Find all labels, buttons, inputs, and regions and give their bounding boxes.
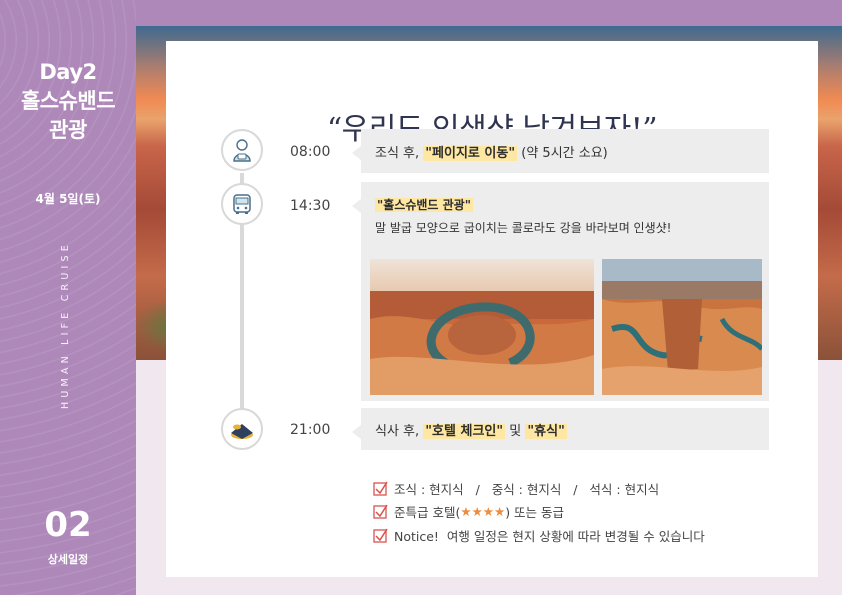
time-2100: 21:00 bbox=[290, 422, 331, 438]
brand-tagline: HUMAN LIFE CRUISE bbox=[60, 241, 71, 409]
day-label: Day2 bbox=[39, 60, 97, 84]
schedule-description: 말 발굽 모양으로 굽이치는 콜로라도 강을 바라보며 인생샷! bbox=[375, 221, 672, 235]
schedule-highlight: "홀스슈밴드 관광" bbox=[375, 198, 473, 212]
day-title-line1: 홀스슈밴드 bbox=[20, 89, 116, 113]
person-eating-icon bbox=[221, 129, 263, 171]
schedule-highlight: "페이지로 이동" bbox=[423, 146, 518, 161]
checkbox-icon bbox=[373, 528, 388, 543]
checkbox-icon bbox=[373, 504, 388, 519]
note-hotel-pre: 준특급 호텔( bbox=[394, 505, 461, 520]
hotel-stars: ★★★★ bbox=[460, 504, 506, 519]
canyon-river-photo bbox=[602, 259, 762, 395]
horseshoe-bend-photo bbox=[370, 259, 594, 395]
note-meals-text: 조식 : 현지식 / 중식 : 현지식 / 석식 : 현지식 bbox=[394, 482, 660, 497]
day-title: Day2 홀스슈밴드 관광 bbox=[0, 58, 136, 145]
checkbox-icon bbox=[373, 481, 388, 496]
note-meals: 조식 : 현지식 / 중식 : 현지식 / 석식 : 현지식 bbox=[373, 479, 659, 498]
note-hotel: 준특급 호텔(★★★★) 또는 동급 bbox=[373, 502, 564, 521]
schedule-highlight: "호텔 체크인" bbox=[423, 424, 506, 439]
schedule-item-2100: 식사 후, "호텔 체크인" 및 "휴식" bbox=[352, 408, 769, 450]
schedule-item-0800: 조식 후, "페이지로 이동" (약 5시간 소요) bbox=[352, 129, 769, 173]
time-1430: 14:30 bbox=[290, 198, 331, 214]
time-0800: 08:00 bbox=[290, 144, 331, 160]
note-notice: Notice! 여행 일정은 현지 상황에 따라 변경될 수 있습니다 bbox=[373, 526, 705, 545]
sidebar: Day2 홀스슈밴드 관광 4월 5일(토) HUMAN LIFE CRUISE… bbox=[0, 0, 136, 595]
page-label: 상세일정 bbox=[47, 553, 89, 566]
schedule-mid: 및 bbox=[505, 424, 526, 439]
schedule-pre: 식사 후, bbox=[375, 424, 424, 439]
schedule-pre: 조식 후, bbox=[375, 146, 424, 161]
page-number: 02 bbox=[44, 505, 92, 545]
schedule-post: (약 5시간 소요) bbox=[517, 146, 608, 161]
itinerary-card: “우리도 인생샷 남겨보자!” 08:00 조식 후, "페이지로 이동" (약… bbox=[166, 41, 818, 577]
bus-icon bbox=[221, 183, 263, 225]
day-date: 4월 5일(토) bbox=[35, 192, 101, 206]
schedule-highlight-2: "휴식" bbox=[525, 424, 567, 439]
bed-icon bbox=[221, 408, 263, 450]
top-band bbox=[136, 0, 842, 26]
note-hotel-post: ) 또는 동급 bbox=[505, 505, 565, 520]
day-title-line2: 관광 bbox=[49, 118, 87, 142]
note-notice-text: Notice! 여행 일정은 현지 상황에 따라 변경될 수 있습니다 bbox=[394, 529, 705, 544]
